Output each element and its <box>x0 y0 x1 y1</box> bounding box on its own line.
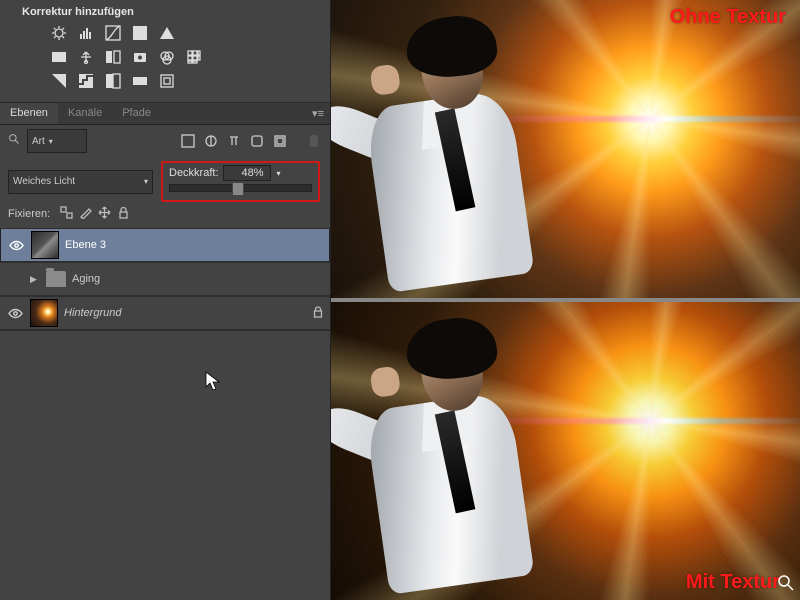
layer-name[interactable]: Aging <box>72 273 324 285</box>
filter-kind-select[interactable]: Art▾ <box>27 129 87 153</box>
tab-layers[interactable]: Ebenen <box>0 103 58 124</box>
layer-row-ebene3[interactable]: Ebene 3 <box>0 228 330 262</box>
layers-empty-area[interactable] <box>0 330 330 600</box>
visibility-toggle-icon[interactable] <box>7 236 25 254</box>
filter-pixel-icon[interactable] <box>180 133 196 149</box>
annotation-ohne-textur: Ohne Textur <box>670 6 786 29</box>
selective-color-icon[interactable] <box>158 72 176 90</box>
preview-image-bottom[interactable]: Mit Textur <box>331 298 800 600</box>
adjustments-row3 <box>50 72 322 90</box>
layer-row-aging-group[interactable]: ▶ Aging <box>0 262 330 296</box>
filter-toggle-icon[interactable] <box>306 133 322 149</box>
lock-icon[interactable] <box>312 306 324 321</box>
panel-tabs: Ebenen Kanäle Pfade ▾≡ <box>0 103 330 125</box>
lock-transparent-icon[interactable] <box>60 206 73 222</box>
filter-shape-icon[interactable] <box>249 133 265 149</box>
color-lookup-icon[interactable] <box>185 48 203 66</box>
vibrance-icon[interactable] <box>158 24 176 42</box>
layer-thumbnail[interactable] <box>30 299 58 327</box>
filter-kind-label: Art <box>32 136 45 147</box>
blend-mode-select[interactable]: Weiches Licht▾ <box>8 170 153 194</box>
lock-all-icon[interactable] <box>117 206 130 222</box>
app-root: Korrektur hinzufügen <box>0 0 800 600</box>
folder-icon <box>46 271 66 287</box>
levels-icon[interactable] <box>77 24 95 42</box>
layers-list: Ebene 3 ▶ Aging Hintergrund <box>0 228 330 330</box>
adjustments-row2 <box>50 48 322 66</box>
black-white-icon[interactable] <box>104 48 122 66</box>
blend-opacity-row: Weiches Licht▾ Deckkraft: 48% ▾ <box>0 157 330 202</box>
layer-row-hintergrund[interactable]: Hintergrund <box>0 296 330 330</box>
brightness-contrast-icon[interactable] <box>50 24 68 42</box>
exposure-icon[interactable] <box>131 24 149 42</box>
blend-mode-value: Weiches Licht <box>13 176 75 187</box>
opacity-highlight-box: Deckkraft: 48% ▾ <box>161 161 320 202</box>
opacity-dropdown-icon[interactable]: ▾ <box>277 169 281 178</box>
adjustments-panel: Korrektur hinzufügen <box>0 0 330 103</box>
annotation-mit-textur: Mit Textur <box>686 571 780 594</box>
layer-thumbnail[interactable] <box>31 231 59 259</box>
visibility-toggle-icon[interactable] <box>6 304 24 322</box>
filter-adjust-icon[interactable] <box>203 133 219 149</box>
opacity-slider[interactable] <box>169 184 312 192</box>
panel-menu-icon[interactable]: ▾≡ <box>306 103 330 124</box>
left-panel: Korrektur hinzufügen <box>0 0 331 600</box>
channel-mixer-icon[interactable] <box>158 48 176 66</box>
gradient-map-icon[interactable] <box>131 72 149 90</box>
adjustments-title: Korrektur hinzufügen <box>22 6 322 18</box>
photo-filter-icon[interactable] <box>131 48 149 66</box>
tab-paths[interactable]: Pfade <box>112 103 161 124</box>
filter-search-icon[interactable] <box>8 133 21 149</box>
preview-image-top[interactable]: Ohne Textur <box>331 0 800 298</box>
opacity-label: Deckkraft: <box>169 167 219 179</box>
visibility-toggle-icon[interactable] <box>6 270 24 288</box>
lock-position-icon[interactable] <box>98 206 111 222</box>
layer-name[interactable]: Ebene 3 <box>65 239 323 251</box>
invert-icon[interactable] <box>50 72 68 90</box>
opacity-slider-thumb[interactable] <box>232 182 244 196</box>
group-disclosure-icon[interactable]: ▶ <box>30 274 40 285</box>
lock-row: Fixieren: <box>0 202 330 228</box>
filter-smart-icon[interactable] <box>272 133 288 149</box>
lock-pixels-icon[interactable] <box>79 206 92 222</box>
zoom-cursor-icon <box>778 575 794 594</box>
opacity-value-field[interactable]: 48% <box>223 165 271 181</box>
layer-filter-row: Art▾ <box>0 125 330 157</box>
filter-type-icons <box>180 133 322 149</box>
mouse-cursor-icon <box>205 371 221 394</box>
filter-type-icon[interactable] <box>226 133 242 149</box>
adjustments-row1 <box>50 24 322 42</box>
curves-icon[interactable] <box>104 24 122 42</box>
posterize-icon[interactable] <box>77 72 95 90</box>
canvas-split-view: Ohne Textur Mit Textur <box>331 0 800 600</box>
threshold-icon[interactable] <box>104 72 122 90</box>
layer-name[interactable]: Hintergrund <box>64 307 306 319</box>
lock-label: Fixieren: <box>8 208 50 220</box>
tab-channels[interactable]: Kanäle <box>58 103 112 124</box>
hue-sat-icon[interactable] <box>50 48 68 66</box>
color-balance-icon[interactable] <box>77 48 95 66</box>
